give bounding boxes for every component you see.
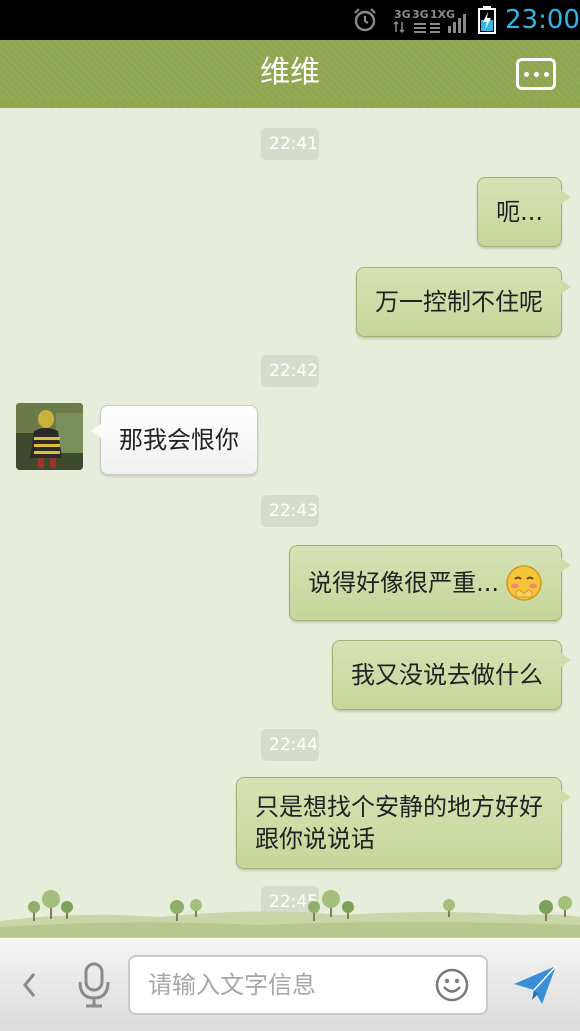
- timestamp: 22:43: [261, 495, 319, 527]
- status-time: 23:00: [505, 5, 580, 35]
- more-dots-icon: [523, 71, 529, 77]
- page-title: 维维: [260, 55, 320, 90]
- svg-text:G: G: [446, 8, 455, 21]
- contact-avatar[interactable]: [16, 403, 83, 470]
- signal-icon: 3G 3G 1X G: [393, 8, 466, 34]
- svg-text:3G: 3G: [394, 8, 411, 21]
- back-button[interactable]: [14, 966, 44, 1004]
- outgoing-message[interactable]: 说得好像很严重...: [289, 545, 571, 621]
- microphone-icon: [78, 962, 110, 1008]
- send-icon[interactable]: [512, 962, 558, 1008]
- scenery-decoration: [0, 890, 580, 937]
- message-text: 呃...: [496, 198, 543, 226]
- svg-text:1X: 1X: [430, 8, 447, 21]
- message-text: 我又没说去做什么: [351, 661, 543, 689]
- message-input[interactable]: [148, 957, 418, 1013]
- avatar-photo: [16, 403, 83, 470]
- outgoing-message[interactable]: 我又没说去做什么: [332, 640, 571, 710]
- chevron-left-icon: [23, 973, 36, 997]
- more-menu-button[interactable]: [516, 58, 556, 90]
- message-text-line-1: 只是想找个安静的地方好好: [255, 793, 543, 821]
- svg-text:3G: 3G: [412, 8, 429, 21]
- message-text: 万一控制不住呢: [375, 288, 543, 316]
- outgoing-message[interactable]: 万一控制不住呢: [356, 267, 571, 337]
- timestamp: 22:41: [261, 128, 319, 160]
- incoming-message[interactable]: 那我会恨你: [91, 405, 258, 475]
- blushing-face-emoji: [506, 565, 542, 601]
- battery-charging-icon: [478, 6, 496, 34]
- chat-area[interactable]: 22:41 呃... 万一控制不住呢 22:42 那我会恨你 22:43 说得好…: [0, 110, 580, 936]
- status-bar: 3G 3G 1X G 23:00: [0, 0, 580, 40]
- alarm-icon: [354, 8, 376, 32]
- timestamp: 22:42: [261, 355, 319, 387]
- message-input-field[interactable]: [128, 955, 488, 1015]
- outgoing-message[interactable]: 只是想找个安静的地方好好 跟你说说话: [236, 777, 571, 869]
- title-bar-edge: [0, 100, 580, 108]
- message-text: 那我会恨你: [119, 426, 239, 454]
- timestamp: 22:44: [261, 729, 319, 761]
- outgoing-message[interactable]: 呃...: [477, 177, 571, 247]
- smiley-icon[interactable]: [434, 967, 470, 1003]
- input-bar: [0, 937, 580, 1031]
- voice-button[interactable]: [70, 960, 118, 1010]
- message-text: 说得好像很严重...: [308, 569, 499, 597]
- message-text-line-2: 跟你说说话: [255, 825, 375, 853]
